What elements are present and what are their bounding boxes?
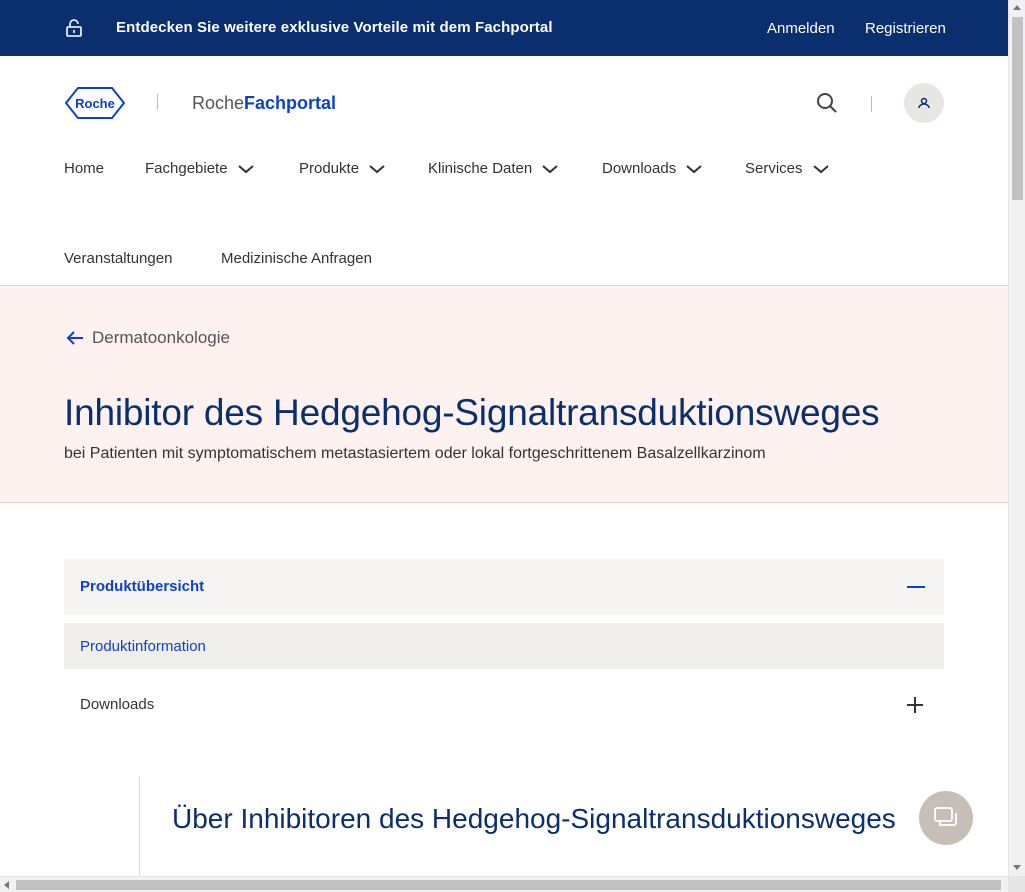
accordion-label: Downloads — [80, 696, 155, 713]
scroll-thumb[interactable] — [1012, 17, 1023, 200]
accordion-item-produktinformation[interactable]: Produktinformation — [64, 623, 944, 669]
chevron-down-icon — [686, 164, 702, 173]
scroll-up-arrow[interactable] — [1013, 5, 1021, 10]
unlock-icon — [66, 19, 82, 37]
register-link[interactable]: Registrieren — [865, 20, 946, 37]
accordion-item-label: Produktinformation — [80, 638, 206, 655]
accordion-downloads[interactable]: Downloads — [64, 677, 944, 733]
user-icon — [918, 97, 930, 109]
nav-label: Services — [745, 160, 803, 177]
roche-logo[interactable]: Roche — [64, 86, 126, 120]
horizontal-scrollbar[interactable] — [0, 876, 1008, 892]
vertical-scrollbar[interactable] — [1008, 0, 1025, 876]
arrow-left-icon — [66, 331, 83, 345]
top-announcement-bar: Entdecken Sie weitere exklusive Vorteile… — [0, 0, 1008, 56]
header-divider — [871, 96, 872, 112]
nav-label: Downloads — [602, 160, 677, 177]
scroll-down-arrow[interactable] — [1013, 865, 1021, 870]
chat-icon — [934, 807, 957, 826]
chevron-down-icon — [542, 164, 558, 173]
login-link[interactable]: Anmelden — [767, 20, 835, 37]
chevron-down-icon — [237, 164, 254, 173]
expand-icon[interactable] — [906, 696, 924, 714]
site-header: Roche RocheFachportal Home Fachgebiete P… — [0, 56, 1008, 286]
portal-bold: Fachportal — [244, 93, 337, 113]
scroll-thumb[interactable] — [16, 880, 1001, 890]
chevron-down-icon — [812, 164, 829, 173]
page-subtitle: bei Patienten mit symptomatischem metast… — [64, 445, 766, 462]
nav-produkte[interactable]: Produkte — [299, 160, 385, 177]
nav-label: Medizinische Anfragen — [221, 250, 372, 267]
promo-text: Entdecken Sie weitere exklusive Vorteile… — [116, 19, 553, 36]
nav-fachgebiete[interactable]: Fachgebiete — [145, 160, 254, 177]
chat-button[interactable] — [919, 791, 973, 845]
back-link[interactable]: Dermatoonkologie — [66, 328, 230, 348]
scrollbar-corner — [1008, 876, 1025, 892]
nav-label: Produkte — [299, 160, 360, 177]
page-title: Inhibitor des Hedgehog-Signaltransduktio… — [64, 392, 880, 433]
accordion-produktuebersicht[interactable]: Produktübersicht — [64, 559, 944, 615]
portal-prefix: Roche — [192, 93, 245, 113]
logo-text: Roche — [75, 96, 115, 111]
nav-veranstaltungen[interactable]: Veranstaltungen — [64, 250, 172, 267]
nav-downloads[interactable]: Downloads — [602, 160, 702, 177]
chevron-down-icon — [369, 164, 385, 173]
logo-divider — [157, 94, 158, 110]
accordion-label: Produktübersicht — [80, 578, 205, 595]
search-icon[interactable] — [816, 92, 838, 114]
collapse-icon[interactable] — [907, 586, 925, 588]
content-divider — [139, 777, 140, 877]
scroll-left-arrow[interactable] — [4, 881, 9, 889]
nav-label: Home — [64, 160, 105, 177]
nav-home[interactable]: Home — [64, 160, 104, 177]
hero-section: Dermatoonkologie Inhibitor des Hedgehog-… — [0, 286, 1008, 503]
nav-label: Veranstaltungen — [64, 250, 173, 267]
nav-klinische-daten[interactable]: Klinische Daten — [428, 160, 558, 177]
nav-services[interactable]: Services — [745, 160, 829, 177]
nav-label: Klinische Daten — [428, 160, 533, 177]
nav-medizinische-anfragen[interactable]: Medizinische Anfragen — [221, 250, 372, 267]
section-heading: Über Inhibitoren des Hedgehog-Signaltran… — [172, 803, 896, 834]
portal-wordmark[interactable]: RocheFachportal — [192, 93, 336, 114]
user-account-button[interactable] — [904, 83, 944, 123]
back-link-label: Dermatoonkologie — [92, 328, 230, 347]
nav-label: Fachgebiete — [145, 160, 228, 177]
